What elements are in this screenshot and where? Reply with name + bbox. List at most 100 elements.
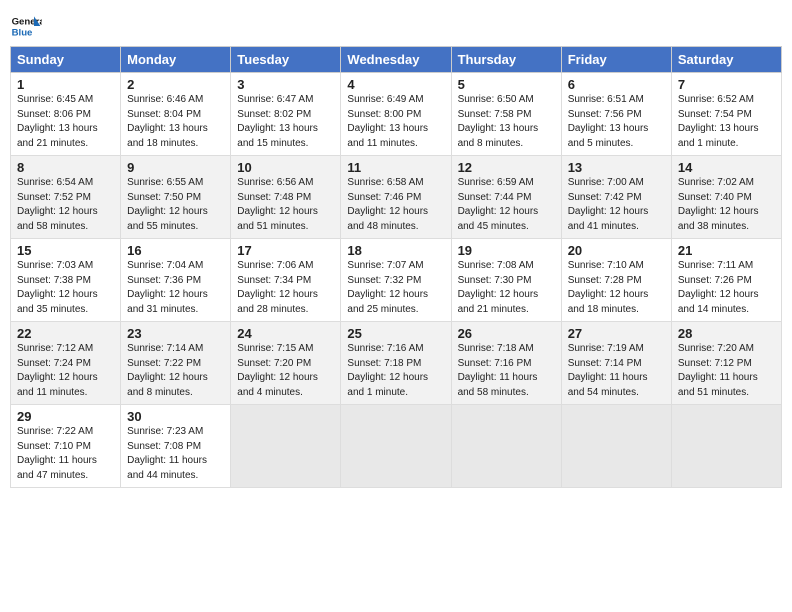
- day-detail: Sunrise: 7:15 AMSunset: 7:20 PMDaylight:…: [237, 342, 334, 400]
- day-detail: Sunrise: 7:14 AMSunset: 7:22 PMDaylight:…: [127, 342, 224, 400]
- day-number: 13: [568, 160, 665, 175]
- day-number: 8: [17, 160, 114, 175]
- day-number: 11: [347, 160, 444, 175]
- header-day-monday: Monday: [121, 47, 231, 73]
- logo-icon: General Blue: [10, 10, 42, 42]
- day-number: 6: [568, 77, 665, 92]
- header-day-thursday: Thursday: [451, 47, 561, 73]
- day-detail: Sunrise: 7:00 AMSunset: 7:42 PMDaylight:…: [568, 176, 665, 234]
- week-row-2: 8Sunrise: 6:54 AMSunset: 7:52 PMDaylight…: [11, 156, 782, 239]
- calendar-cell: 24Sunrise: 7:15 AMSunset: 7:20 PMDayligh…: [231, 322, 341, 405]
- day-detail: Sunrise: 7:11 AMSunset: 7:26 PMDaylight:…: [678, 259, 775, 317]
- day-detail: Sunrise: 7:02 AMSunset: 7:40 PMDaylight:…: [678, 176, 775, 234]
- calendar-cell: 27Sunrise: 7:19 AMSunset: 7:14 PMDayligh…: [561, 322, 671, 405]
- calendar-cell: 21Sunrise: 7:11 AMSunset: 7:26 PMDayligh…: [671, 239, 781, 322]
- calendar-cell: [341, 405, 451, 488]
- calendar-cell: 2Sunrise: 6:46 AMSunset: 8:04 PMDaylight…: [121, 73, 231, 156]
- day-detail: Sunrise: 6:46 AMSunset: 8:04 PMDaylight:…: [127, 93, 224, 151]
- week-row-1: 1Sunrise: 6:45 AMSunset: 8:06 PMDaylight…: [11, 73, 782, 156]
- day-number: 10: [237, 160, 334, 175]
- calendar-cell: 10Sunrise: 6:56 AMSunset: 7:48 PMDayligh…: [231, 156, 341, 239]
- header-day-friday: Friday: [561, 47, 671, 73]
- calendar-cell: 26Sunrise: 7:18 AMSunset: 7:16 PMDayligh…: [451, 322, 561, 405]
- header-day-sunday: Sunday: [11, 47, 121, 73]
- day-detail: Sunrise: 6:55 AMSunset: 7:50 PMDaylight:…: [127, 176, 224, 234]
- day-number: 5: [458, 77, 555, 92]
- svg-text:Blue: Blue: [12, 28, 33, 39]
- calendar-cell: 14Sunrise: 7:02 AMSunset: 7:40 PMDayligh…: [671, 156, 781, 239]
- day-detail: Sunrise: 7:06 AMSunset: 7:34 PMDaylight:…: [237, 259, 334, 317]
- calendar-cell: 22Sunrise: 7:12 AMSunset: 7:24 PMDayligh…: [11, 322, 121, 405]
- day-number: 23: [127, 326, 224, 341]
- day-detail: Sunrise: 7:22 AMSunset: 7:10 PMDaylight:…: [17, 425, 114, 483]
- calendar-cell: 13Sunrise: 7:00 AMSunset: 7:42 PMDayligh…: [561, 156, 671, 239]
- calendar-cell: 3Sunrise: 6:47 AMSunset: 8:02 PMDaylight…: [231, 73, 341, 156]
- day-number: 18: [347, 243, 444, 258]
- day-number: 30: [127, 409, 224, 424]
- day-detail: Sunrise: 6:59 AMSunset: 7:44 PMDaylight:…: [458, 176, 555, 234]
- week-row-4: 22Sunrise: 7:12 AMSunset: 7:24 PMDayligh…: [11, 322, 782, 405]
- calendar-cell: [231, 405, 341, 488]
- day-number: 17: [237, 243, 334, 258]
- day-number: 9: [127, 160, 224, 175]
- day-detail: Sunrise: 6:58 AMSunset: 7:46 PMDaylight:…: [347, 176, 444, 234]
- day-detail: Sunrise: 6:47 AMSunset: 8:02 PMDaylight:…: [237, 93, 334, 151]
- header-day-wednesday: Wednesday: [341, 47, 451, 73]
- day-number: 26: [458, 326, 555, 341]
- calendar-cell: 5Sunrise: 6:50 AMSunset: 7:58 PMDaylight…: [451, 73, 561, 156]
- day-detail: Sunrise: 6:51 AMSunset: 7:56 PMDaylight:…: [568, 93, 665, 151]
- day-detail: Sunrise: 7:04 AMSunset: 7:36 PMDaylight:…: [127, 259, 224, 317]
- header-row: SundayMondayTuesdayWednesdayThursdayFrid…: [11, 47, 782, 73]
- calendar-cell: 30Sunrise: 7:23 AMSunset: 7:08 PMDayligh…: [121, 405, 231, 488]
- day-detail: Sunrise: 7:20 AMSunset: 7:12 PMDaylight:…: [678, 342, 775, 400]
- week-row-5: 29Sunrise: 7:22 AMSunset: 7:10 PMDayligh…: [11, 405, 782, 488]
- day-detail: Sunrise: 7:23 AMSunset: 7:08 PMDaylight:…: [127, 425, 224, 483]
- calendar-table: SundayMondayTuesdayWednesdayThursdayFrid…: [10, 46, 782, 488]
- day-detail: Sunrise: 7:19 AMSunset: 7:14 PMDaylight:…: [568, 342, 665, 400]
- calendar-cell: 20Sunrise: 7:10 AMSunset: 7:28 PMDayligh…: [561, 239, 671, 322]
- day-number: 3: [237, 77, 334, 92]
- calendar-cell: 28Sunrise: 7:20 AMSunset: 7:12 PMDayligh…: [671, 322, 781, 405]
- day-number: 20: [568, 243, 665, 258]
- day-detail: Sunrise: 7:18 AMSunset: 7:16 PMDaylight:…: [458, 342, 555, 400]
- calendar-cell: 17Sunrise: 7:06 AMSunset: 7:34 PMDayligh…: [231, 239, 341, 322]
- day-detail: Sunrise: 6:50 AMSunset: 7:58 PMDaylight:…: [458, 93, 555, 151]
- day-number: 2: [127, 77, 224, 92]
- calendar-cell: [451, 405, 561, 488]
- day-number: 22: [17, 326, 114, 341]
- calendar-cell: 19Sunrise: 7:08 AMSunset: 7:30 PMDayligh…: [451, 239, 561, 322]
- day-number: 7: [678, 77, 775, 92]
- calendar-cell: 25Sunrise: 7:16 AMSunset: 7:18 PMDayligh…: [341, 322, 451, 405]
- calendar-cell: 4Sunrise: 6:49 AMSunset: 8:00 PMDaylight…: [341, 73, 451, 156]
- day-detail: Sunrise: 7:07 AMSunset: 7:32 PMDaylight:…: [347, 259, 444, 317]
- calendar-cell: 18Sunrise: 7:07 AMSunset: 7:32 PMDayligh…: [341, 239, 451, 322]
- day-detail: Sunrise: 6:45 AMSunset: 8:06 PMDaylight:…: [17, 93, 114, 151]
- day-number: 15: [17, 243, 114, 258]
- day-detail: Sunrise: 6:54 AMSunset: 7:52 PMDaylight:…: [17, 176, 114, 234]
- calendar-cell: 29Sunrise: 7:22 AMSunset: 7:10 PMDayligh…: [11, 405, 121, 488]
- header-day-tuesday: Tuesday: [231, 47, 341, 73]
- calendar-cell: [671, 405, 781, 488]
- day-number: 16: [127, 243, 224, 258]
- calendar-cell: 9Sunrise: 6:55 AMSunset: 7:50 PMDaylight…: [121, 156, 231, 239]
- calendar-cell: 1Sunrise: 6:45 AMSunset: 8:06 PMDaylight…: [11, 73, 121, 156]
- day-detail: Sunrise: 6:52 AMSunset: 7:54 PMDaylight:…: [678, 93, 775, 151]
- day-detail: Sunrise: 7:03 AMSunset: 7:38 PMDaylight:…: [17, 259, 114, 317]
- day-detail: Sunrise: 7:10 AMSunset: 7:28 PMDaylight:…: [568, 259, 665, 317]
- day-number: 21: [678, 243, 775, 258]
- day-detail: Sunrise: 7:08 AMSunset: 7:30 PMDaylight:…: [458, 259, 555, 317]
- calendar-cell: 23Sunrise: 7:14 AMSunset: 7:22 PMDayligh…: [121, 322, 231, 405]
- day-number: 19: [458, 243, 555, 258]
- day-number: 12: [458, 160, 555, 175]
- page-header: General Blue: [10, 10, 782, 42]
- day-number: 1: [17, 77, 114, 92]
- day-number: 14: [678, 160, 775, 175]
- week-row-3: 15Sunrise: 7:03 AMSunset: 7:38 PMDayligh…: [11, 239, 782, 322]
- day-detail: Sunrise: 7:16 AMSunset: 7:18 PMDaylight:…: [347, 342, 444, 400]
- day-number: 28: [678, 326, 775, 341]
- day-number: 4: [347, 77, 444, 92]
- calendar-cell: 6Sunrise: 6:51 AMSunset: 7:56 PMDaylight…: [561, 73, 671, 156]
- logo: General Blue: [10, 10, 42, 42]
- calendar-cell: 16Sunrise: 7:04 AMSunset: 7:36 PMDayligh…: [121, 239, 231, 322]
- header-day-saturday: Saturday: [671, 47, 781, 73]
